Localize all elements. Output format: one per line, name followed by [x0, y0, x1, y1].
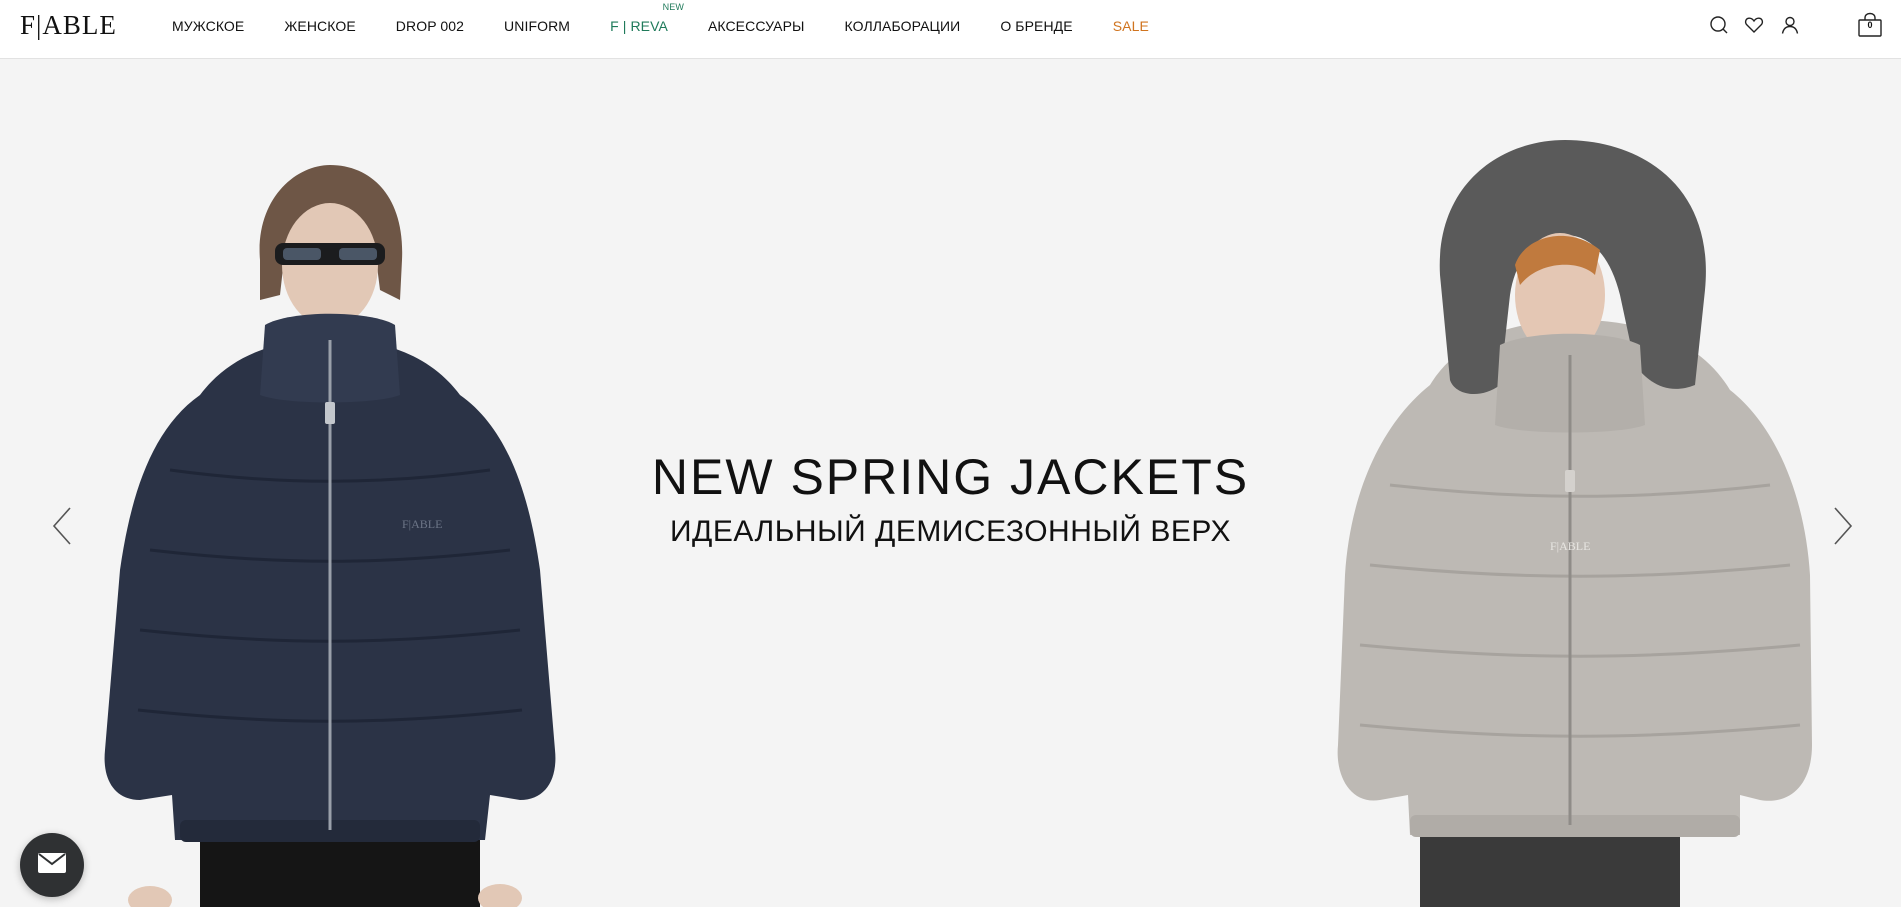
- cart-count: 0: [1867, 20, 1873, 30]
- search-icon[interactable]: [1708, 14, 1730, 36]
- hero-banner[interactable]: F|ABLE F|ABLE NEW SPRING JACKETS ИДЕАЛЬН…: [0, 60, 1901, 907]
- shopping-bag-icon[interactable]: 0: [1857, 12, 1883, 38]
- nav-item-sale[interactable]: SALE: [1113, 18, 1149, 34]
- mail-icon: [38, 853, 66, 873]
- new-badge: NEW: [662, 2, 684, 12]
- main-nav: МУЖСКОЕ ЖЕНСКОЕ DROP 002 UNIFORM F | REV…: [172, 0, 1189, 52]
- hero-subtitle: ИДЕАЛЬНЫЙ ДЕМИСЕЗОННЫЙ ВЕРХ: [669, 515, 1232, 548]
- chevron-left-icon[interactable]: [50, 506, 74, 546]
- chevron-right-icon[interactable]: [1831, 506, 1855, 546]
- hero-title: NEW SPRING JACKETS: [651, 449, 1250, 505]
- nav-item-mens[interactable]: МУЖСКОЕ: [172, 18, 244, 34]
- nav-item-reva[interactable]: F | REVA NEW: [610, 2, 684, 34]
- user-icon[interactable]: [1779, 14, 1801, 36]
- nav-item-reva-label: F | REVA: [610, 18, 668, 34]
- nav-item-drop-002[interactable]: DROP 002: [396, 18, 464, 34]
- nav-item-womens[interactable]: ЖЕНСКОЕ: [284, 18, 355, 34]
- heart-icon[interactable]: [1743, 14, 1765, 36]
- site-header: F|ABLE МУЖСКОЕ ЖЕНСКОЕ DROP 002 UNIFORM …: [0, 0, 1901, 59]
- brand-logo[interactable]: F|ABLE: [20, 10, 117, 41]
- nav-item-accessories[interactable]: АКСЕССУАРЫ: [708, 18, 805, 34]
- chat-button[interactable]: [20, 833, 84, 897]
- nav-item-uniform[interactable]: UNIFORM: [504, 18, 570, 34]
- nav-item-collaborations[interactable]: КОЛЛАБОРАЦИИ: [845, 18, 961, 34]
- nav-item-about[interactable]: О БРЕНДЕ: [1000, 18, 1072, 34]
